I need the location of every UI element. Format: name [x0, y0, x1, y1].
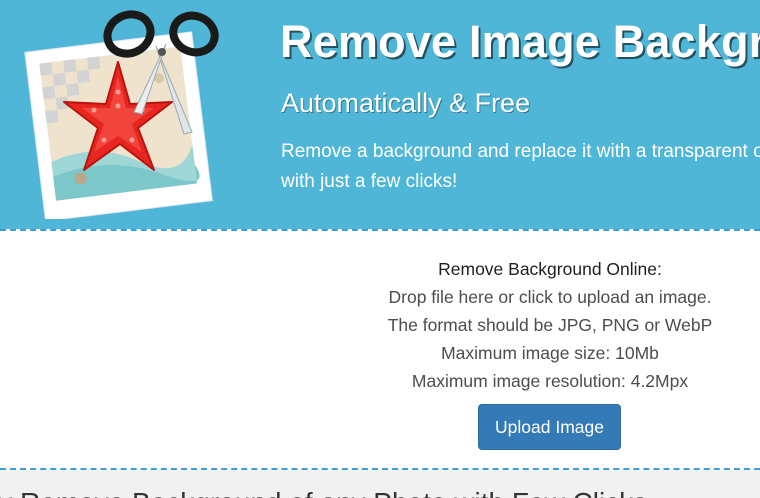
upload-image-button[interactable]: Upload Image — [478, 404, 621, 450]
format-note: The format should be JPG, PNG or WebP — [387, 315, 713, 335]
hero-header: Remove Image Background Automatically & … — [0, 0, 760, 229]
upload-heading: Remove Background Online: — [438, 259, 662, 279]
upload-instruction: Drop file here or click to upload an ima… — [388, 287, 712, 307]
max-resolution-note: Maximum image resolution: 4.2Mpx — [411, 371, 689, 391]
features-section: ly Remove Background of any Photo with F… — [0, 470, 760, 498]
section-heading: ly Remove Background of any Photo with F… — [0, 487, 647, 498]
page: Remove Image Background Automatically & … — [0, 0, 760, 498]
max-size-note: Maximum image size: 10Mb — [441, 343, 659, 363]
page-subtitle: Automatically & Free — [281, 88, 531, 118]
upload-drop-zone[interactable]: Remove Background Online: Drop file here… — [0, 231, 760, 468]
hero-description: Remove a background and replace it with … — [281, 141, 760, 192]
page-title: Remove Image Background — [280, 16, 760, 67]
upload-info: Remove Background Online: Drop file here… — [350, 255, 750, 395]
starfish-photo-scissors-icon — [24, 10, 219, 219]
